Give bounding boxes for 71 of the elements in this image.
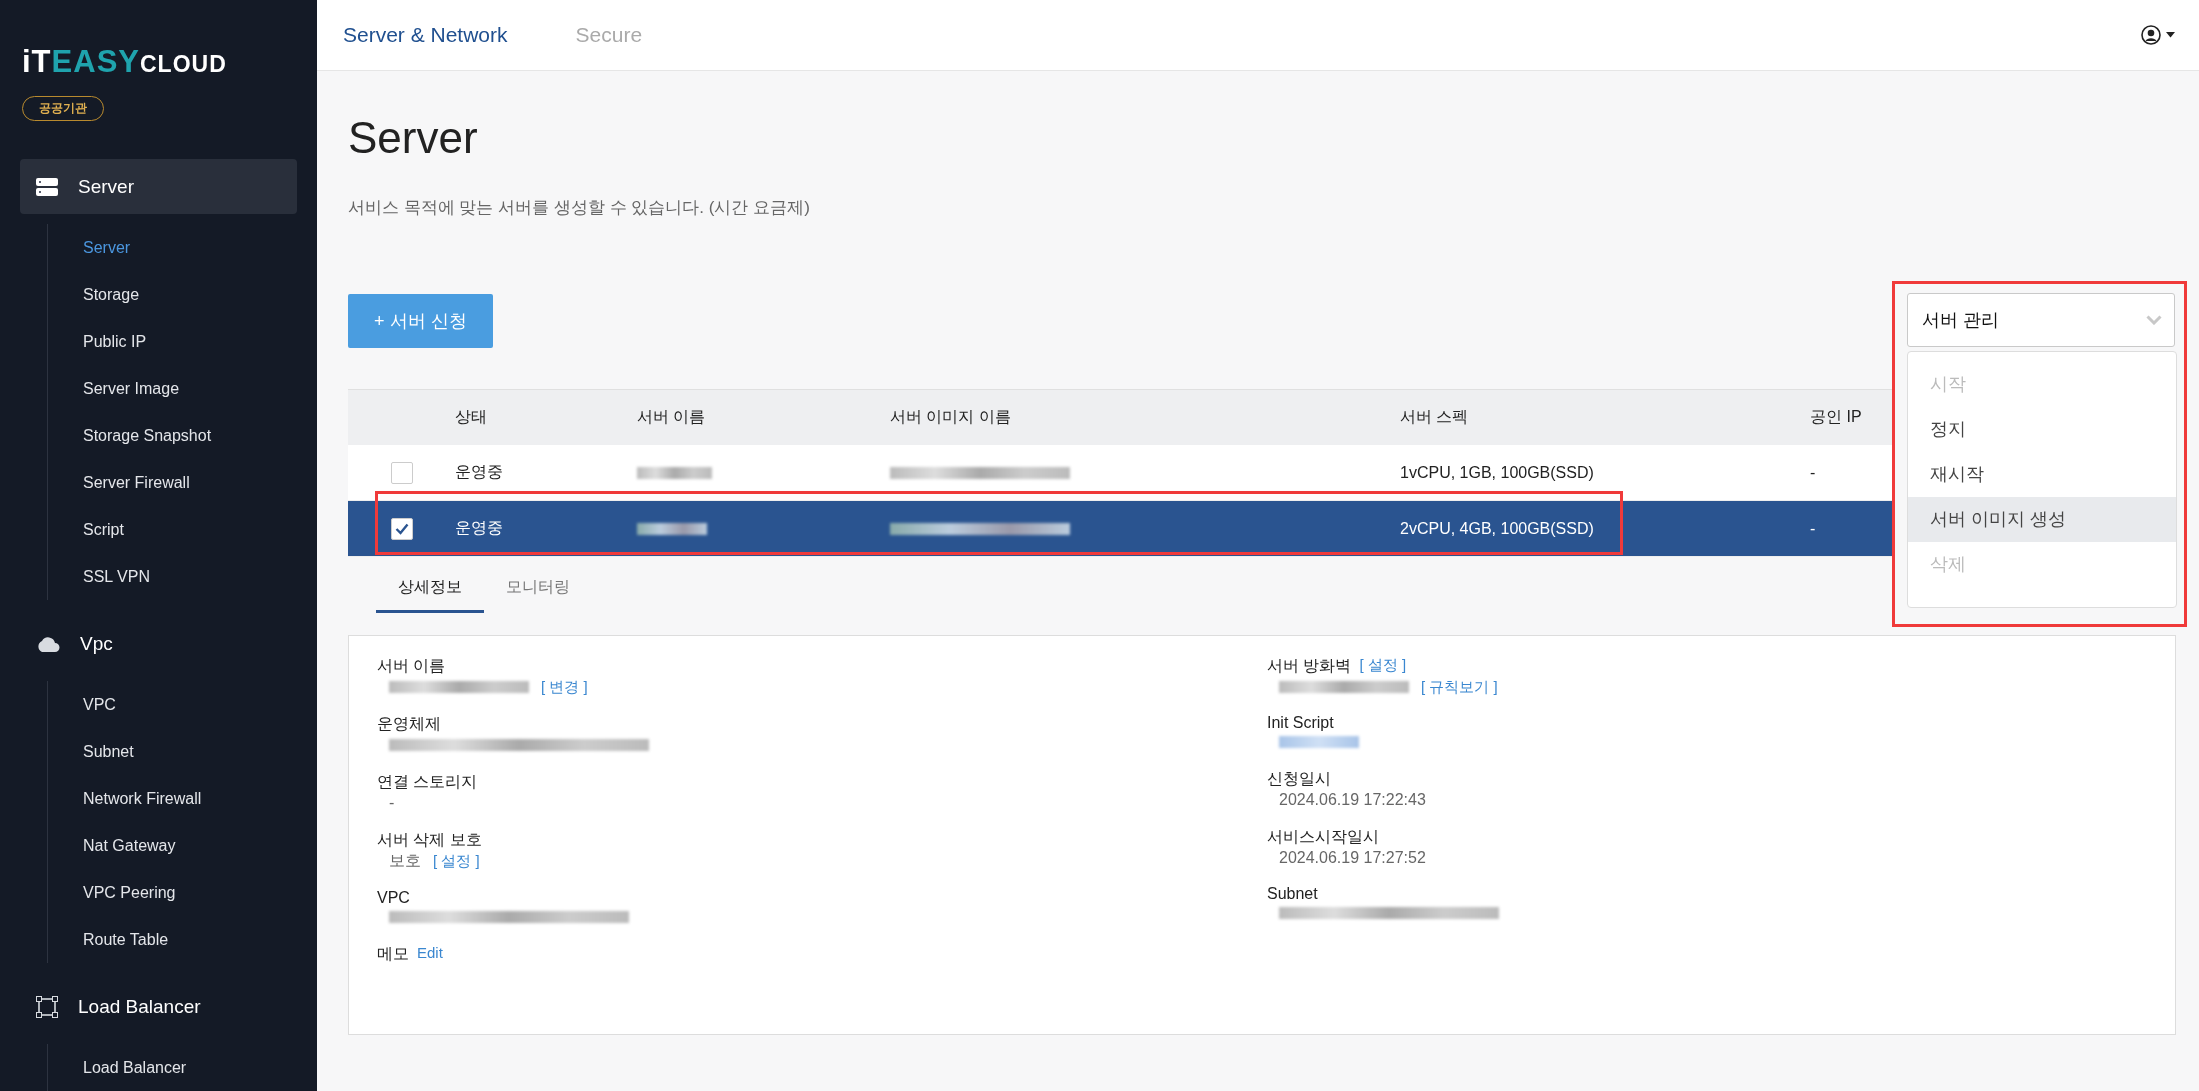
sidebar-section[interactable]: Vpc — [20, 616, 297, 671]
column-header: 서버 스펙 — [1400, 407, 1470, 427]
sidebar-item[interactable]: SSL VPN — [83, 553, 297, 600]
redacted-text — [637, 523, 707, 536]
chevron-icon — [2146, 315, 2162, 325]
menu-item[interactable]: 서버 이미지 생성 — [1908, 497, 2176, 542]
menu-item[interactable]: 재시작 — [1908, 452, 2176, 497]
field-label: 서버 이름 — [377, 656, 446, 676]
field-link[interactable]: [ 규칙보기 ] — [1421, 677, 1498, 697]
server-action-select[interactable]: 서버 관리 — [1907, 293, 2175, 347]
sidebar-item[interactable]: Nat Gateway — [83, 822, 297, 869]
field-label: 서비스시작일시 — [1267, 827, 1379, 847]
field-label: Init Script — [1267, 714, 1334, 732]
field-value: 2024.06.19 17:27:52 — [1279, 849, 1426, 867]
row-checkbox[interactable] — [390, 461, 413, 484]
top-nav-tab[interactable]: Server & Network — [343, 23, 508, 47]
sidebar-item[interactable]: Server Firewall — [83, 459, 297, 506]
column-header: 공인 IP — [1810, 407, 1863, 427]
frame-icon — [36, 995, 58, 1018]
sidebar-item[interactable]: Server Image — [83, 365, 297, 412]
menu-item[interactable]: 정지 — [1908, 407, 2176, 452]
field-label: 서버 삭제 보호 — [377, 830, 482, 850]
sidebar-item[interactable]: Public IP — [83, 318, 297, 365]
sidebar-item[interactable]: Subnet — [83, 728, 297, 775]
field-link[interactable]: [ 설정 ] — [433, 852, 480, 871]
table-cell-text: 1vCPU, 1GB, 100GB(SSD) — [1400, 463, 1595, 482]
column-header: 서버 이미지 이름 — [890, 407, 1012, 427]
sidebar-item[interactable]: VPC Peering — [83, 869, 297, 916]
field-value: 2024.06.19 17:22:43 — [1279, 791, 1426, 809]
server-icon — [36, 176, 58, 197]
table-cell-text: 운영중 — [455, 518, 504, 538]
field-value: 보호 — [389, 851, 421, 871]
user-icon — [2141, 25, 2161, 45]
sidebar-item[interactable]: Storage — [83, 271, 297, 318]
check-icon — [394, 522, 409, 535]
table-cell-text: 운영중 — [455, 462, 504, 482]
field-label: 연결 스토리지 — [377, 772, 478, 792]
field-value: - — [389, 794, 395, 812]
detail-tab[interactable]: 모니터링 — [484, 563, 592, 613]
sidebar-item[interactable]: VPC — [83, 681, 297, 728]
brand-logo: iTEASYCLOUD — [22, 44, 227, 80]
field-label: VPC — [377, 889, 410, 907]
page-description: 서비스 목적에 맞는 서버를 생성할 수 있습니다. (시간 요금제) — [348, 197, 811, 219]
field-label: 메모 — [377, 944, 409, 964]
detail-tab[interactable]: 상세정보 — [376, 563, 484, 613]
field-label: 운영체제 — [377, 714, 441, 734]
table-cell-text: - — [1810, 519, 1817, 538]
column-header: 상태 — [455, 407, 488, 427]
table-cell-text: - — [1810, 463, 1817, 482]
caret-icon — [2166, 32, 2175, 38]
sidebar-item[interactable]: Network Firewall — [83, 775, 297, 822]
user-menu[interactable] — [2141, 25, 2175, 45]
table-cell-text: 2vCPU, 4GB, 100GB(SSD) — [1400, 519, 1595, 538]
sidebar-item[interactable]: Route Table — [83, 916, 297, 963]
row-checkbox[interactable] — [390, 517, 413, 540]
table-row[interactable]: 운영중 2vCPU, 4GB, 100GB(SSD) - — [348, 501, 1895, 557]
sidebar-item[interactable]: Script — [83, 506, 297, 553]
field-link[interactable]: [ 변경 ] — [541, 677, 588, 697]
page-title: Server — [348, 113, 479, 163]
field-label: 서버 방화벽 — [1267, 656, 1352, 676]
column-header: 서버 이름 — [637, 407, 707, 427]
field-label: 신청일시 — [1267, 769, 1331, 789]
sidebar-item[interactable]: Load Balancer — [83, 1044, 297, 1091]
cloud-icon — [36, 635, 60, 652]
field-link[interactable]: Edit — [417, 944, 443, 965]
sidebar-item[interactable]: Storage Snapshot — [83, 412, 297, 459]
field-label: Subnet — [1267, 885, 1318, 903]
field-link[interactable]: [ 설정 ] — [1359, 656, 1407, 677]
sidebar-section[interactable]: Load Balancer — [20, 979, 297, 1034]
sidebar-section[interactable]: Server — [20, 159, 297, 214]
sidebar-item[interactable]: Server — [83, 224, 297, 271]
